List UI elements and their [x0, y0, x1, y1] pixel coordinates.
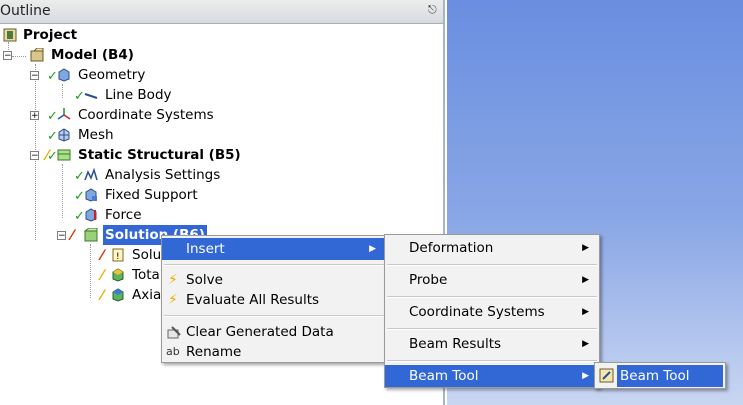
menu-item-solve[interactable]: ⚡ Solve	[162, 269, 386, 291]
menu-item-rename[interactable]: ab Rename	[162, 341, 386, 363]
solve-icon: ⚡	[168, 272, 178, 288]
menu-item-beam-results[interactable]: Beam Results ▶	[385, 333, 599, 355]
menu-separator	[387, 360, 597, 362]
solution-icon	[83, 227, 98, 242]
menu-item-label: Evaluate All Results	[186, 292, 320, 308]
static-structural-icon	[57, 148, 71, 162]
force-icon	[84, 208, 98, 222]
menu-separator	[387, 296, 597, 298]
outline-title: Outline	[0, 3, 51, 19]
menu-item-coordinate-systems[interactable]: Coordinate Systems ▶	[385, 301, 599, 323]
menu-item-label: Beam Results	[409, 336, 502, 352]
menu-item-label: Insert	[186, 241, 225, 257]
status-bolt-icon: ⁄	[101, 268, 104, 284]
rename-icon: ab	[166, 345, 180, 358]
menu-item-clear-generated-data[interactable]: Clear Generated Data	[162, 321, 386, 343]
tree-label-coordinate-systems: Coordinate Systems	[78, 107, 214, 123]
beam-tool-icon	[599, 368, 614, 387]
outline-header: Outline ⎋	[0, 0, 443, 24]
insert-submenu: Deformation ▶ Probe ▶ Coordinate Systems…	[384, 234, 600, 388]
submenu-arrow-icon: ▶	[369, 244, 376, 254]
menu-separator	[164, 315, 384, 317]
tree-line	[12, 56, 26, 57]
menu-item-insert[interactable]: Insert ▶	[162, 238, 386, 260]
tree-label-analysis-settings: Analysis Settings	[105, 167, 221, 183]
menu-item-label: Rename	[186, 344, 242, 360]
expand-icon[interactable]: +	[30, 111, 39, 121]
tree-label-project: Project	[23, 27, 78, 43]
mesh-icon	[57, 128, 71, 142]
tree-line	[62, 84, 63, 98]
status-bolt-icon: ⁄	[71, 228, 74, 244]
collapse-icon[interactable]: −	[30, 151, 39, 161]
model-icon	[30, 47, 44, 62]
coordinate-system-icon	[57, 108, 71, 122]
deformation-result-icon	[111, 268, 125, 282]
context-menu: Insert ▶ ⚡ Solve ⚡ Evaluate All Results …	[161, 235, 387, 363]
tree-label-force: Force	[105, 207, 142, 223]
menu-item-label: Beam Tool	[620, 368, 690, 384]
menu-item-label: Solve	[186, 272, 223, 288]
submenu-arrow-icon: ▶	[582, 339, 589, 349]
menu-item-deformation[interactable]: Deformation ▶	[385, 237, 599, 259]
tree-label-static-structural: Static Structural (B5)	[78, 147, 241, 163]
tree-label-total-deformation: Tota	[132, 267, 160, 283]
line-body-icon	[84, 88, 98, 102]
submenu-arrow-icon: ▶	[582, 243, 589, 253]
evaluate-icon: ⚡	[168, 292, 178, 308]
menu-item-label: Beam Tool	[409, 368, 479, 384]
collapse-icon[interactable]: −	[57, 231, 66, 241]
submenu-arrow-icon: ▶	[582, 307, 589, 317]
submenu-arrow-icon: ▶	[582, 275, 589, 285]
submenu-arrow-icon: ▶	[582, 371, 589, 381]
tree-line	[62, 164, 63, 218]
solution-information-icon: !	[111, 248, 125, 262]
menu-separator	[164, 264, 384, 266]
menu-item-evaluate-all-results[interactable]: ⚡ Evaluate All Results	[162, 289, 386, 311]
tree-label-mesh: Mesh	[78, 127, 114, 143]
menu-item-probe[interactable]: Probe ▶	[385, 269, 599, 291]
fixed-support-icon	[84, 188, 98, 202]
tree-label-line-body: Line Body	[105, 87, 172, 103]
menu-item-label: Deformation	[409, 240, 494, 256]
collapse-icon[interactable]: −	[30, 71, 39, 81]
tree-label-geometry: Geometry	[78, 67, 146, 83]
geometry-icon	[57, 68, 71, 82]
project-icon	[3, 28, 17, 42]
beam-tool-submenu: Beam Tool	[594, 362, 726, 389]
status-bolt-icon: ⁄	[101, 248, 104, 264]
menu-item-label: Coordinate Systems	[409, 304, 545, 320]
menu-separator	[387, 328, 597, 330]
menu-item-label: Probe	[409, 272, 448, 288]
menu-item-beam-tool-insert[interactable]: Beam Tool	[617, 365, 723, 387]
tree-label-fixed-support: Fixed Support	[105, 187, 198, 203]
axial-result-icon	[111, 288, 125, 302]
svg-text:!: !	[116, 252, 120, 262]
menu-item-label: Clear Generated Data	[186, 324, 334, 340]
menu-separator	[387, 264, 597, 266]
status-bolt-icon: ⁄	[101, 288, 104, 304]
tree-line	[90, 244, 91, 298]
collapse-icon[interactable]: −	[3, 51, 12, 61]
pin-icon[interactable]: ⎋	[428, 3, 437, 17]
tree-label-model: Model (B4)	[51, 47, 134, 63]
analysis-settings-icon	[84, 167, 98, 182]
menu-item-beam-tool[interactable]: Beam Tool ▶	[385, 365, 599, 387]
